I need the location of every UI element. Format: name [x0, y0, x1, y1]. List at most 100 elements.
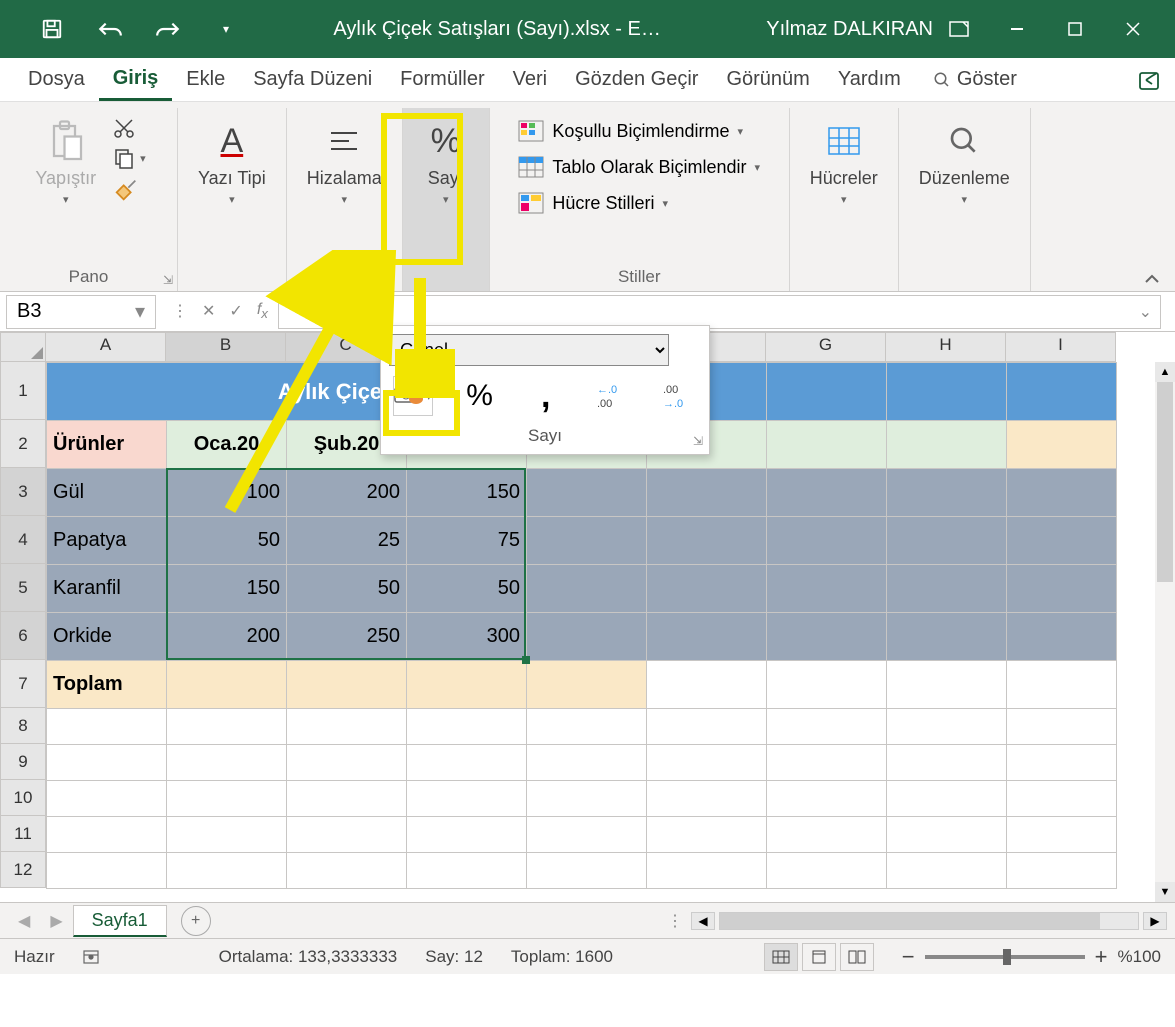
- zoom-level[interactable]: %100: [1118, 947, 1161, 967]
- cell[interactable]: [527, 565, 647, 613]
- col-header-a[interactable]: A: [46, 332, 166, 362]
- normal-view-button[interactable]: [764, 943, 798, 971]
- hscroll-left[interactable]: ◀: [691, 912, 715, 930]
- sheet-nav-last[interactable]: ▶: [40, 911, 72, 931]
- formula-bar[interactable]: ⌄: [278, 295, 1161, 329]
- cell[interactable]: [527, 469, 647, 517]
- page-break-view-button[interactable]: [840, 943, 874, 971]
- tab-formulas[interactable]: Formüller: [386, 60, 498, 99]
- enter-formula-button[interactable]: ✓: [229, 301, 242, 321]
- vertical-scrollbar[interactable]: ▲ ▼: [1155, 362, 1175, 902]
- cell[interactable]: [527, 613, 647, 661]
- conditional-formatting-button[interactable]: Koşullu Biçimlendirme▾: [512, 116, 749, 146]
- cell[interactable]: [287, 661, 407, 709]
- row-header-4[interactable]: 4: [0, 516, 46, 564]
- cell[interactable]: [527, 517, 647, 565]
- format-as-table-button[interactable]: Tablo Olarak Biçimlendir▾: [512, 152, 766, 182]
- row-header-1[interactable]: 1: [0, 362, 46, 420]
- cell[interactable]: 200: [167, 613, 287, 661]
- save-button[interactable]: [38, 15, 66, 43]
- cell[interactable]: 25: [287, 517, 407, 565]
- cell[interactable]: [167, 661, 287, 709]
- redo-button[interactable]: [154, 15, 182, 43]
- tab-home[interactable]: Giriş: [99, 59, 173, 101]
- cell[interactable]: [527, 661, 647, 709]
- cell[interactable]: Toplam: [47, 661, 167, 709]
- cut-button[interactable]: [112, 116, 146, 140]
- formula-split-icon[interactable]: ⋮: [172, 301, 188, 321]
- cell[interactable]: [407, 661, 527, 709]
- number-format-launcher[interactable]: ⇲: [693, 434, 703, 448]
- cell[interactable]: 50: [167, 517, 287, 565]
- col-header-i[interactable]: I: [1006, 332, 1116, 362]
- vscroll-thumb[interactable]: [1157, 382, 1173, 582]
- zoom-slider[interactable]: [925, 955, 1085, 959]
- row-header-10[interactable]: 10: [0, 780, 46, 816]
- sheet-nav-first[interactable]: ◀: [8, 911, 40, 931]
- name-box[interactable]: B3 ▾: [6, 295, 156, 329]
- expand-formula-bar-button[interactable]: ⌄: [1139, 302, 1152, 322]
- row-header-5[interactable]: 5: [0, 564, 46, 612]
- alignment-button[interactable]: Hizalama ▾: [297, 112, 392, 212]
- zoom-in-button[interactable]: +: [1095, 944, 1108, 970]
- user-name[interactable]: Yılmaz DALKIRAN: [754, 18, 945, 41]
- cell[interactable]: Papatya: [47, 517, 167, 565]
- tab-review[interactable]: Gözden Geçir: [561, 60, 712, 99]
- editing-button[interactable]: Düzenleme ▾: [909, 112, 1020, 212]
- tab-view[interactable]: Görünüm: [712, 60, 823, 99]
- paste-button[interactable]: Yapıştır ▾: [25, 112, 106, 212]
- number-format-select[interactable]: Genel: [389, 334, 669, 366]
- sheet-tab[interactable]: Sayfa1: [73, 905, 167, 937]
- row-header-9[interactable]: 9: [0, 744, 46, 780]
- macro-record-icon[interactable]: [83, 949, 103, 965]
- percent-format-button[interactable]: %: [461, 376, 499, 416]
- hscroll-thumb[interactable]: [720, 913, 1100, 929]
- cell[interactable]: 100: [167, 469, 287, 517]
- clipboard-launcher[interactable]: ⇲: [163, 273, 173, 287]
- fill-handle[interactable]: [522, 656, 530, 664]
- row-header-11[interactable]: 11: [0, 816, 46, 852]
- accounting-format-button[interactable]: ▾: [393, 376, 433, 416]
- qat-customize-button[interactable]: ▾: [212, 15, 240, 43]
- ribbon-display-button[interactable]: [945, 19, 973, 39]
- cell[interactable]: 150: [407, 469, 527, 517]
- page-layout-view-button[interactable]: [802, 943, 836, 971]
- copy-button[interactable]: ▾: [112, 146, 146, 170]
- cell[interactable]: 50: [287, 565, 407, 613]
- tell-me-search[interactable]: Göster: [933, 68, 1017, 91]
- collapse-ribbon-button[interactable]: [1143, 273, 1161, 285]
- row-header-2[interactable]: 2: [0, 420, 46, 468]
- row-header-7[interactable]: 7: [0, 660, 46, 708]
- minimize-button[interactable]: [1003, 19, 1031, 39]
- tab-file[interactable]: Dosya: [14, 60, 99, 99]
- cell[interactable]: 50: [407, 565, 527, 613]
- row-header-3[interactable]: 3: [0, 468, 46, 516]
- cell[interactable]: 150: [167, 565, 287, 613]
- undo-button[interactable]: [96, 15, 124, 43]
- comma-format-button[interactable]: ,: [527, 376, 565, 416]
- cells-button[interactable]: Hücreler ▾: [800, 112, 888, 212]
- zoom-handle[interactable]: [1003, 949, 1011, 965]
- hscroll-right[interactable]: ▶: [1143, 912, 1167, 930]
- scroll-down-button[interactable]: ▼: [1155, 882, 1175, 902]
- col-header-h[interactable]: H: [886, 332, 1006, 362]
- zoom-out-button[interactable]: −: [902, 944, 915, 970]
- cancel-formula-button[interactable]: ✕: [202, 301, 215, 321]
- cell[interactable]: 75: [407, 517, 527, 565]
- hscroll-split[interactable]: ⋮: [659, 911, 691, 931]
- cell[interactable]: 200: [287, 469, 407, 517]
- share-button[interactable]: [1137, 68, 1161, 92]
- maximize-button[interactable]: [1061, 19, 1089, 39]
- number-format-button[interactable]: % Sayı ▾: [413, 112, 479, 212]
- horizontal-scrollbar[interactable]: ◀ ▶: [691, 912, 1167, 930]
- tab-page-layout[interactable]: Sayfa Düzeni: [239, 60, 386, 99]
- cell[interactable]: 300: [407, 613, 527, 661]
- cell[interactable]: 250: [287, 613, 407, 661]
- format-painter-button[interactable]: [112, 176, 146, 204]
- tab-insert[interactable]: Ekle: [172, 60, 239, 99]
- cell[interactable]: Karanfil: [47, 565, 167, 613]
- vscroll-track[interactable]: [1155, 382, 1175, 882]
- add-sheet-button[interactable]: +: [181, 906, 211, 936]
- insert-function-button[interactable]: fx: [257, 301, 268, 321]
- cell[interactable]: Gül: [47, 469, 167, 517]
